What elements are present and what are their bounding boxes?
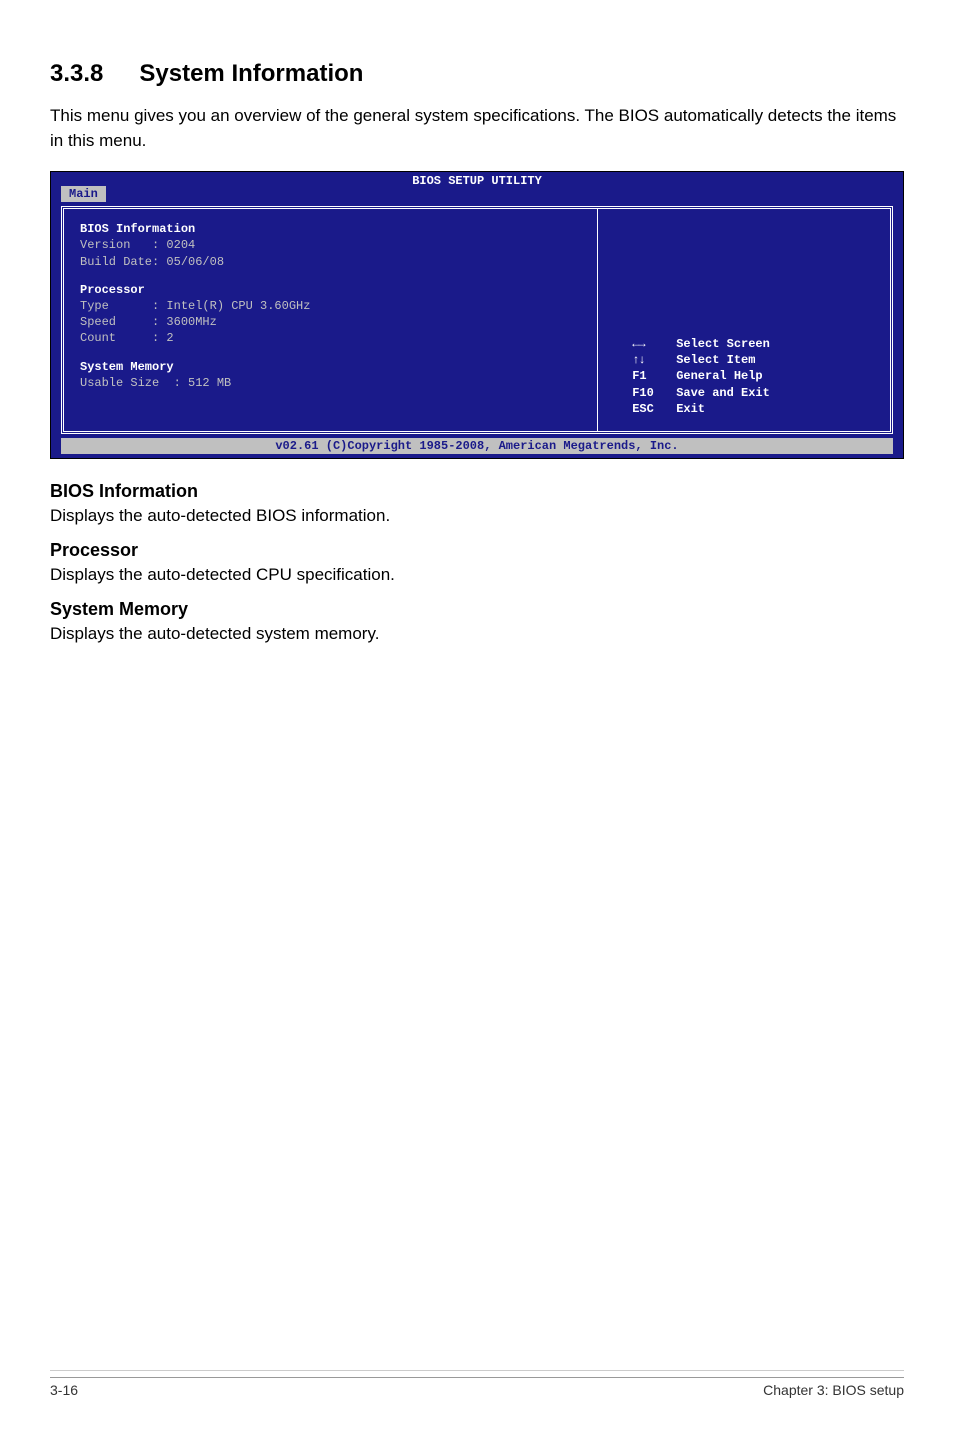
processor-count-value: : 2 (152, 331, 174, 345)
footer-divider (50, 1370, 904, 1371)
section-title: 3.3.8 System Information (50, 60, 904, 88)
page-footer: 3-16 Chapter 3: BIOS setup (50, 1377, 904, 1398)
subtext-processor: Displays the auto-detected CPU specifica… (50, 565, 904, 585)
subtext-system-memory: Displays the auto-detected system memory… (50, 624, 904, 644)
help-desc-select-screen: Select Screen (676, 336, 770, 352)
bios-left-panel: BIOS Information Version : 0204 Build Da… (64, 209, 598, 431)
help-desc-select-item: Select Item (676, 352, 755, 368)
help-desc-save-exit: Save and Exit (676, 385, 770, 401)
section-number: 3.3.8 (50, 60, 103, 88)
subheading-system-memory: System Memory (50, 599, 904, 620)
section-heading-text: System Information (139, 60, 363, 87)
bios-build-value: : 05/06/08 (152, 255, 224, 269)
memory-usable-line: Usable Size : 512 MB (80, 375, 581, 391)
bios-right-panel: ←→ Select Screen ↑↓ Select Item F1 Gener… (598, 209, 890, 431)
bios-info-block: BIOS Information Version : 0204 Build Da… (80, 221, 581, 270)
memory-usable-label: Usable Size (80, 376, 174, 390)
processor-speed-label: Speed (80, 315, 152, 329)
help-key-f10: F10 (632, 385, 676, 401)
processor-speed-line: Speed : 3600MHz (80, 314, 581, 330)
page-number: 3-16 (50, 1382, 78, 1398)
memory-usable-value: : 512 MB (174, 376, 232, 390)
bios-footer: v02.61 (C)Copyright 1985-2008, American … (61, 438, 893, 454)
processor-type-value: : Intel(R) CPU 3.60GHz (152, 299, 310, 313)
processor-heading: Processor (80, 282, 581, 298)
subheading-processor: Processor (50, 540, 904, 561)
memory-heading: System Memory (80, 359, 581, 375)
bios-version-label: Version (80, 238, 152, 252)
processor-type-line: Type : Intel(R) CPU 3.60GHz (80, 298, 581, 314)
bios-version-line: Version : 0204 (80, 237, 581, 253)
bios-setup-window: BIOS SETUP UTILITY Main BIOS Information… (50, 171, 904, 459)
help-desc-exit: Exit (676, 401, 705, 417)
bios-tabs: Main (51, 186, 903, 202)
left-right-arrow-icon: ←→ (632, 336, 676, 352)
memory-block: System Memory Usable Size : 512 MB (80, 359, 581, 391)
help-save-exit: F10 Save and Exit (632, 385, 770, 401)
processor-count-line: Count : 2 (80, 330, 581, 346)
subtext-bios-information: Displays the auto-detected BIOS informat… (50, 506, 904, 526)
processor-speed-value: : 3600MHz (152, 315, 217, 329)
intro-paragraph: This menu gives you an overview of the g… (50, 104, 904, 153)
bios-build-label: Build Date (80, 255, 152, 269)
help-select-item: ↑↓ Select Item (632, 352, 770, 368)
processor-block: Processor Type : Intel(R) CPU 3.60GHz Sp… (80, 282, 581, 347)
tab-main[interactable]: Main (61, 186, 106, 202)
help-general-help: F1 General Help (632, 368, 770, 384)
bios-build-line: Build Date: 05/06/08 (80, 254, 581, 270)
help-desc-general-help: General Help (676, 368, 762, 384)
help-key-esc: ESC (632, 401, 676, 417)
bios-version-value: : 0204 (152, 238, 195, 252)
processor-type-label: Type (80, 299, 152, 313)
up-down-arrow-icon: ↑↓ (632, 352, 676, 368)
help-exit: ESC Exit (632, 401, 770, 417)
chapter-label: Chapter 3: BIOS setup (763, 1382, 904, 1398)
bios-info-heading: BIOS Information (80, 221, 581, 237)
bios-help-block: ←→ Select Screen ↑↓ Select Item F1 Gener… (632, 336, 770, 417)
subheading-bios-information: BIOS Information (50, 481, 904, 502)
bios-body: BIOS Information Version : 0204 Build Da… (61, 206, 893, 434)
help-key-f1: F1 (632, 368, 676, 384)
help-select-screen: ←→ Select Screen (632, 336, 770, 352)
processor-count-label: Count (80, 331, 152, 345)
